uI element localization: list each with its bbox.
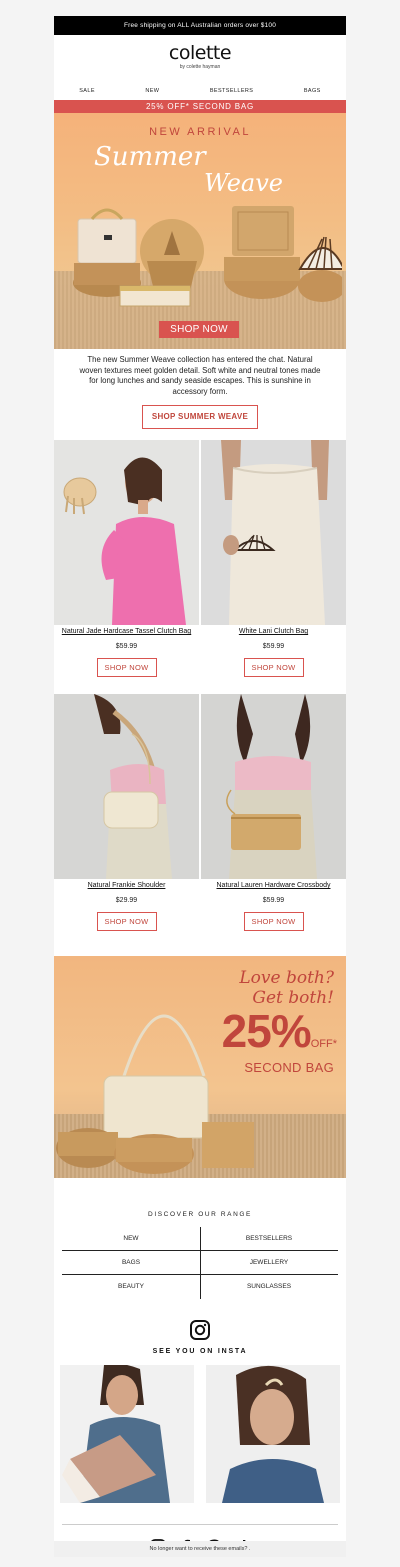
- shop-now-button[interactable]: SHOP NOW: [96, 912, 157, 931]
- shop-now-button[interactable]: SHOP NOW: [243, 912, 304, 931]
- range-link-bestsellers[interactable]: BESTSELLERS: [200, 1227, 338, 1251]
- brand-subtitle: by colette hayman: [179, 64, 221, 70]
- insta-gallery: [54, 1365, 346, 1505]
- nav-item-bags[interactable]: BAGS: [304, 88, 321, 94]
- product-price: $29.99: [115, 897, 138, 904]
- hero-banner[interactable]: NEW ARRIVAL Summer Weave SHOP NOW: [54, 113, 346, 349]
- product-image[interactable]: [54, 694, 199, 879]
- product-card[interactable]: White Lani Clutch Bag $59.99 SHOP NOW: [201, 440, 346, 677]
- main-nav: SALE NEW BESTSELLERS BAGS: [54, 84, 346, 97]
- range-grid: NEW BESTSELLERS BAGS JEWELLERY BEAUTY SU…: [62, 1227, 338, 1299]
- range-link-jewellery[interactable]: JEWELLERY: [200, 1251, 338, 1275]
- shop-now-button[interactable]: SHOP NOW: [96, 658, 157, 677]
- range-link-bags[interactable]: BAGS: [62, 1251, 200, 1275]
- nav-item-sale[interactable]: SALE: [79, 88, 95, 94]
- product-card[interactable]: Natural Jade Hardcase Tassel Clutch Bag …: [54, 440, 199, 677]
- product-name[interactable]: Natural Frankie Shoulder: [54, 882, 199, 889]
- shop-now-button[interactable]: SHOP NOW: [243, 658, 304, 677]
- product-image[interactable]: [54, 440, 199, 625]
- product-name[interactable]: Natural Lauren Hardware Crossbody: [201, 882, 346, 889]
- shop-summer-weave-button[interactable]: SHOP SUMMER WEAVE: [141, 405, 259, 429]
- product-price: $59.99: [262, 897, 285, 904]
- discover-title: DISCOVER OUR RANGE: [148, 1211, 252, 1218]
- product-image[interactable]: [201, 440, 346, 625]
- brand-header[interactable]: colette by colette hayman: [54, 35, 346, 81]
- email-container: Free shipping on ALL Australian orders o…: [54, 16, 346, 1557]
- hero-kicker: NEW ARRIVAL: [149, 126, 251, 138]
- promo-percent: 25%: [221, 1005, 312, 1057]
- hero-bags-image: [73, 206, 342, 307]
- promo-off: OFF*: [310, 1038, 337, 1050]
- promo-headline-1: Love both?: [239, 968, 334, 988]
- product-card[interactable]: Natural Frankie Shoulder $29.99 SHOP NOW: [54, 694, 199, 931]
- footer-divider: [62, 1524, 338, 1525]
- second-bag-promo-banner[interactable]: Love both? Get both! 25%OFF* SECOND BAG: [54, 956, 346, 1178]
- hero-shop-now-button[interactable]: SHOP NOW: [159, 321, 239, 338]
- promo-bar[interactable]: 25% OFF* SECOND BAG: [54, 100, 346, 113]
- intro-copy: The new Summer Weave collection has ente…: [79, 355, 321, 396]
- product-name[interactable]: Natural Jade Hardcase Tassel Clutch Bag: [54, 628, 199, 635]
- insta-title: SEE YOU ON INSTA: [152, 1348, 248, 1355]
- nav-item-bestsellers[interactable]: BESTSELLERS: [210, 88, 254, 94]
- insta-photo[interactable]: [60, 1365, 194, 1503]
- unsubscribe-footer[interactable]: No longer want to receive these emails? …: [54, 1541, 346, 1557]
- nav-item-new[interactable]: NEW: [145, 88, 159, 94]
- product-price: $59.99: [262, 643, 285, 650]
- promo-second-bag: SECOND BAG: [244, 1060, 334, 1075]
- product-grid-row-2: Natural Frankie Shoulder $29.99 SHOP NOW…: [54, 694, 346, 948]
- hero-title-line1: Summer: [94, 142, 206, 172]
- range-link-new[interactable]: NEW: [62, 1227, 200, 1251]
- insta-photo[interactable]: [206, 1365, 340, 1503]
- product-price: $59.99: [115, 643, 138, 650]
- instagram-icon[interactable]: [189, 1319, 211, 1341]
- product-name[interactable]: White Lani Clutch Bag: [201, 628, 346, 635]
- brand-logo[interactable]: colette: [54, 43, 346, 63]
- product-card[interactable]: Natural Lauren Hardware Crossbody $59.99…: [201, 694, 346, 931]
- shipping-banner: Free shipping on ALL Australian orders o…: [54, 16, 346, 35]
- product-image[interactable]: [201, 694, 346, 879]
- range-link-sunglasses[interactable]: SUNGLASSES: [200, 1275, 338, 1299]
- product-grid-row-1: Natural Jade Hardcase Tassel Clutch Bag …: [54, 440, 346, 694]
- range-link-beauty[interactable]: BEAUTY: [62, 1275, 200, 1299]
